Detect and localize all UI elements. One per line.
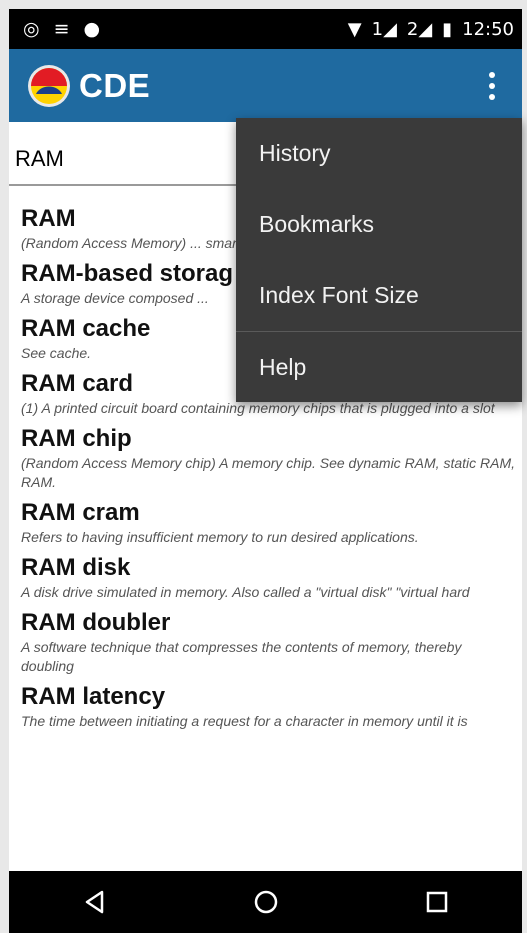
notification-icon: ≡: [53, 18, 70, 40]
app-logo-icon: [28, 64, 70, 107]
status-time: 12:50: [462, 18, 514, 40]
list-item[interactable]: RAM disk A disk drive simulated in memor…: [21, 553, 516, 602]
location-icon: ●: [83, 18, 101, 40]
app-bar: CDE: [9, 49, 522, 122]
status-bar: ◎ ≡ ● ▼ 1◢ 2◢ ▮ 12:50: [9, 9, 522, 49]
list-item[interactable]: RAM doubler A software technique that co…: [21, 608, 516, 676]
entry-term: RAM cram: [21, 499, 140, 526]
sim2-label: 2: [406, 18, 419, 40]
nav-bar: [9, 871, 522, 933]
menu-item-bookmarks[interactable]: Bookmarks: [236, 189, 522, 260]
home-icon[interactable]: [236, 877, 296, 927]
menu-item-index-font-size[interactable]: Index Font Size: [236, 260, 522, 331]
entry-definition: Refers to having insufficient memory to …: [21, 529, 419, 545]
wifi-icon: ▼: [347, 18, 362, 40]
app-title: CDE: [79, 66, 151, 104]
entry-definition: The time between initiating a request fo…: [21, 713, 468, 729]
entry-definition: A disk drive simulated in memory. Also c…: [21, 584, 470, 600]
list-item[interactable]: RAM chip (Random Access Memory chip) A m…: [21, 424, 516, 492]
whatsapp-icon: ◎: [23, 18, 40, 40]
entry-definition: A software technique that compresses the…: [21, 639, 462, 674]
menu-item-history[interactable]: History: [236, 118, 522, 189]
overflow-menu: History Bookmarks Index Font Size Help: [236, 118, 522, 402]
battery-icon: ▮: [442, 18, 453, 40]
recents-icon[interactable]: [407, 877, 467, 927]
signal-icon: 1◢: [371, 18, 397, 40]
entry-term: RAM latency: [21, 683, 166, 710]
entry-term: RAM disk: [21, 554, 131, 581]
more-vert-icon[interactable]: [482, 66, 502, 106]
menu-item-help[interactable]: Help: [236, 331, 522, 402]
entry-term: RAM doubler: [21, 609, 171, 636]
list-item[interactable]: RAM cram Refers to having insufficient m…: [21, 498, 516, 547]
entry-term: RAM chip: [21, 425, 132, 452]
list-item[interactable]: RAM latency The time between initiating …: [21, 682, 516, 731]
entry-definition: (Random Access Memory chip) A memory chi…: [21, 455, 516, 490]
back-icon[interactable]: [65, 877, 125, 927]
signal-icon-2: 2◢: [406, 18, 433, 40]
sim1-label: 1: [371, 18, 384, 40]
